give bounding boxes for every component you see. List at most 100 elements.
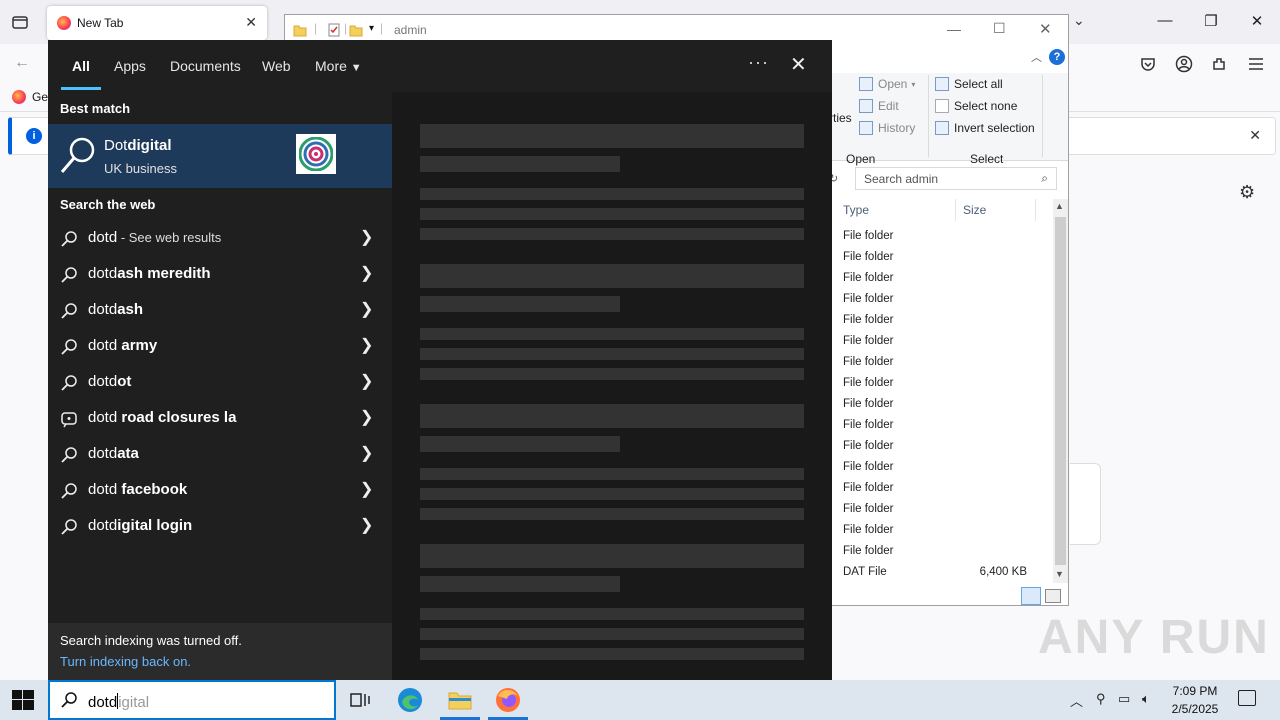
scroll-up-icon[interactable]: ▲	[1055, 201, 1064, 211]
file-row[interactable]: File folder	[843, 334, 1033, 355]
file-row[interactable]: File folder	[843, 271, 1033, 292]
file-row[interactable]: DAT File 6,400 KB	[843, 565, 1033, 586]
file-row[interactable]: File folder	[843, 439, 1033, 460]
web-suggestion[interactable]: dotdigital login ❯	[48, 508, 392, 544]
web-suggestion[interactable]: dotd - See web results ❯	[48, 220, 392, 256]
chevron-right-icon[interactable]: ❯	[360, 335, 373, 355]
web-suggestion[interactable]: dotd facebook ❯	[48, 472, 392, 508]
close-icon[interactable]: ✕	[790, 52, 807, 77]
file-row[interactable]: File folder	[843, 460, 1033, 481]
scroll-down-icon[interactable]: ▼	[1055, 569, 1064, 579]
chevron-right-icon[interactable]: ❯	[360, 515, 373, 535]
file-row[interactable]: File folder	[843, 397, 1033, 418]
details-view-icon[interactable]	[1021, 587, 1041, 605]
settings-gear-icon[interactable]: ⚙	[1239, 182, 1255, 203]
tab-documents[interactable]: Documents	[170, 58, 241, 74]
minimize-icon[interactable]: —	[1150, 12, 1180, 29]
tab-new-tab[interactable]: New Tab ✕	[47, 6, 267, 40]
close-icon[interactable]: ✕	[1039, 20, 1052, 38]
large-icons-view-icon[interactable]	[1045, 589, 1061, 603]
file-row[interactable]: File folder	[843, 292, 1033, 313]
turn-indexing-on-link[interactable]: Turn indexing back on.	[60, 654, 191, 669]
web-suggestion[interactable]: dotdata ❯	[48, 436, 392, 472]
bookmark-item[interactable]: Get	[12, 90, 51, 104]
chevron-right-icon[interactable]: ❯	[360, 227, 373, 247]
edge-icon[interactable]	[396, 686, 424, 714]
close-window-icon[interactable]: ✕	[1242, 12, 1272, 30]
open-button[interactable]: Open ▾	[859, 77, 915, 91]
menu-icon[interactable]	[1246, 54, 1266, 74]
select-all-button[interactable]: Select all	[935, 77, 1003, 91]
web-suggestion[interactable]: dotd army ❯	[48, 328, 392, 364]
file-row[interactable]: File folder	[843, 355, 1033, 376]
explorer-search-input[interactable]: Search admin ⌕	[855, 167, 1057, 190]
device-icon[interactable]: ⚲	[1096, 691, 1106, 707]
web-suggestion[interactable]: dotdot ❯	[48, 364, 392, 400]
file-row[interactable]: File folder	[843, 544, 1033, 565]
help-icon[interactable]: ?	[1049, 49, 1065, 65]
chevron-down-icon[interactable]: ⌄	[1073, 12, 1085, 29]
tab-web[interactable]: Web	[262, 58, 291, 74]
clock-date[interactable]: 2/5/2025	[1164, 702, 1226, 716]
tab-more[interactable]: More ▼	[315, 58, 362, 74]
web-suggestion[interactable]: dotd road closures la ❯	[48, 400, 392, 436]
properties-icon[interactable]	[327, 23, 341, 37]
web-suggestion[interactable]: dotdash meredith ❯	[48, 256, 392, 292]
chevron-right-icon[interactable]: ❯	[360, 407, 373, 427]
file-row[interactable]: File folder	[843, 229, 1033, 250]
file-type: File folder	[843, 545, 894, 557]
minimize-icon[interactable]: —	[947, 21, 961, 37]
file-row[interactable]: File folder	[843, 313, 1033, 334]
file-row[interactable]: File folder	[843, 481, 1033, 502]
chevron-right-icon[interactable]: ❯	[360, 479, 373, 499]
volume-icon[interactable]: 🔈︎	[1142, 691, 1150, 707]
file-explorer-icon[interactable]	[446, 686, 474, 714]
column-divider[interactable]	[1035, 199, 1036, 221]
clock-time[interactable]: 7:09 PM	[1164, 684, 1226, 698]
more-options-icon[interactable]: ···	[748, 52, 769, 73]
history-button[interactable]: History	[859, 121, 915, 135]
column-divider[interactable]	[955, 199, 956, 221]
chevron-right-icon[interactable]: ❯	[360, 299, 373, 319]
tab-list-icon[interactable]	[10, 12, 30, 32]
edit-button[interactable]: Edit	[859, 99, 899, 113]
restore-icon[interactable]: ❐	[1196, 12, 1226, 30]
file-row[interactable]: File folder	[843, 418, 1033, 439]
pocket-icon[interactable]	[1138, 54, 1158, 74]
tab-apps[interactable]: Apps	[114, 58, 146, 74]
ribbon-collapse-icon[interactable]: ︿	[1031, 49, 1042, 65]
web-suggestion[interactable]: dotdash ❯	[48, 292, 392, 328]
select-none-button[interactable]: Select none	[935, 99, 1017, 113]
file-row[interactable]: File folder	[843, 502, 1033, 523]
new-folder-icon[interactable]	[349, 23, 363, 37]
scrollbar-thumb[interactable]	[1055, 217, 1066, 565]
network-icon[interactable]: ▭	[1118, 691, 1130, 707]
invert-selection-button[interactable]: Invert selection	[935, 121, 1035, 135]
chevron-right-icon[interactable]: ❯	[360, 443, 373, 463]
firefox-icon[interactable]	[494, 686, 522, 714]
tab-all[interactable]: All	[72, 58, 90, 74]
chevron-up-icon[interactable]: ︿	[1070, 691, 1083, 710]
account-icon[interactable]	[1174, 54, 1194, 74]
properties-button-label[interactable]: rties	[829, 111, 852, 125]
taskbar-search-input[interactable]: dotdigital	[48, 680, 336, 720]
task-view-icon[interactable]	[346, 686, 374, 714]
search-icon	[61, 519, 77, 535]
close-notice-icon[interactable]: ✕	[1249, 127, 1261, 144]
notification-center-icon[interactable]	[1238, 690, 1256, 706]
best-match-result[interactable]: Dotdigital UK business	[48, 124, 392, 188]
column-header-size[interactable]: Size	[963, 203, 986, 217]
file-row[interactable]: File folder	[843, 523, 1033, 544]
file-row[interactable]: File folder	[843, 376, 1033, 397]
column-header-type[interactable]: Type	[843, 203, 869, 217]
maximize-icon[interactable]: ☐	[993, 20, 1006, 37]
qat-dropdown-icon[interactable]: ▾	[369, 23, 374, 34]
windows-start-icon[interactable]	[12, 690, 34, 710]
chevron-right-icon[interactable]: ❯	[360, 263, 373, 283]
close-tab-icon[interactable]: ✕	[245, 14, 257, 31]
file-row[interactable]: File folder	[843, 250, 1033, 271]
chevron-right-icon[interactable]: ❯	[360, 371, 373, 391]
back-arrow-icon[interactable]: ←	[14, 54, 30, 72]
vertical-scrollbar[interactable]: ▲ ▼	[1053, 199, 1068, 583]
extensions-icon[interactable]	[1210, 54, 1230, 74]
